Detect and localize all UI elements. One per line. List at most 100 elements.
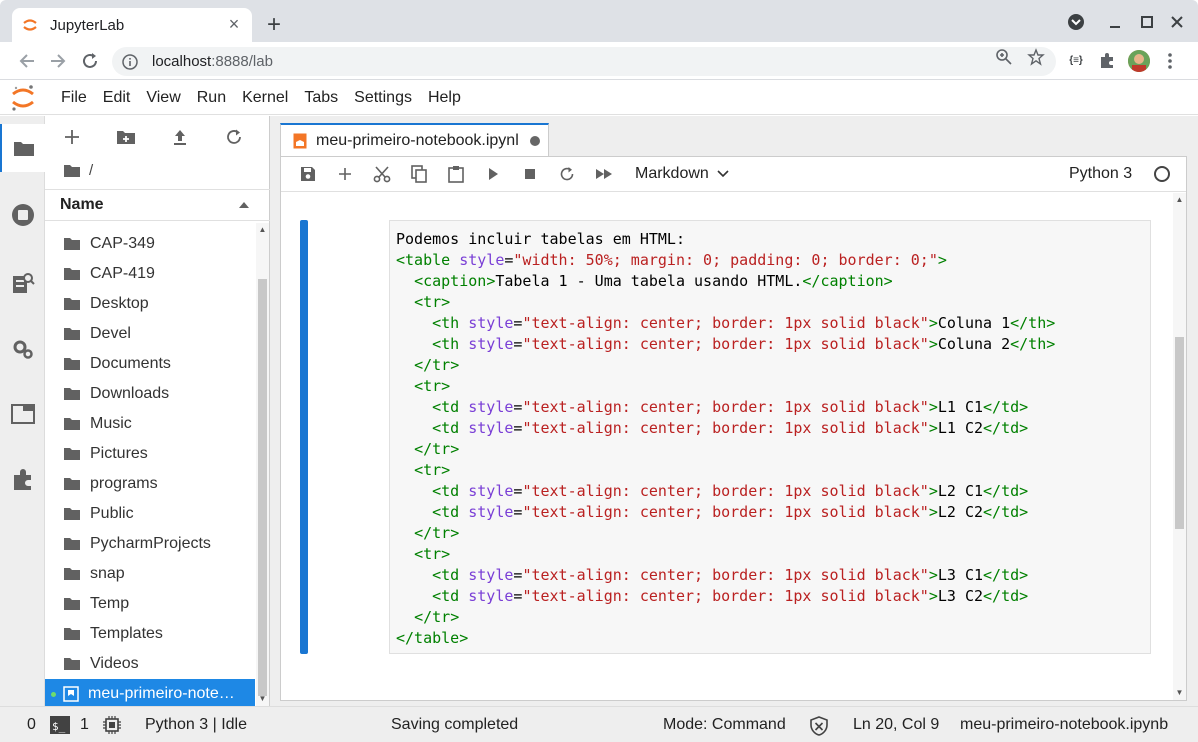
file-list-item[interactable]: programs bbox=[45, 469, 255, 499]
markdown-cell[interactable]: Podemos incluir tabelas em HTML: <table s… bbox=[300, 220, 1151, 654]
back-arrow-icon[interactable] bbox=[16, 50, 38, 72]
site-info-icon[interactable] bbox=[122, 53, 138, 70]
file-list-header[interactable]: Name bbox=[45, 189, 270, 221]
file-list-item[interactable]: Pictures bbox=[45, 439, 255, 469]
kernel-name[interactable]: Python 3 bbox=[1069, 157, 1132, 190]
restart-icon bbox=[560, 167, 573, 181]
cell-collapser[interactable] bbox=[300, 220, 308, 654]
copy-button[interactable] bbox=[400, 158, 437, 191]
tab-search-icon[interactable] bbox=[1066, 12, 1086, 32]
breadcrumb-root[interactable]: / bbox=[89, 162, 93, 179]
file-list-item[interactable]: Music bbox=[45, 409, 255, 439]
new-folder-button[interactable] bbox=[99, 116, 153, 158]
refresh-button[interactable] bbox=[207, 116, 261, 158]
save-button[interactable] bbox=[289, 158, 326, 191]
running-sessions-tab[interactable] bbox=[0, 191, 45, 239]
menu-kernel[interactable]: Kernel bbox=[234, 81, 296, 115]
browser-tab-jupyterlab[interactable]: JupyterLab × bbox=[12, 8, 252, 42]
insert-cell-button[interactable] bbox=[326, 158, 363, 191]
file-list-item-notebook[interactable]: meu-primeiro-notebook.ipynb bbox=[45, 679, 255, 709]
cell-type-value: Markdown bbox=[635, 165, 709, 182]
cut-button[interactable] bbox=[363, 158, 400, 191]
interrupt-kernel-button[interactable] bbox=[511, 158, 548, 191]
file-list-item[interactable]: CAP-349 bbox=[45, 229, 255, 259]
cell-type-dropdown[interactable]: Markdown bbox=[635, 165, 729, 183]
terminal-count[interactable]: 0 bbox=[27, 707, 36, 742]
name-column-header[interactable]: Name bbox=[60, 196, 238, 214]
browser-menu-icon[interactable] bbox=[1160, 51, 1180, 71]
file-list-scrollbar[interactable]: ▲ ▼ bbox=[256, 223, 269, 706]
cell-source-line: </tr> bbox=[414, 524, 460, 542]
upload-icon bbox=[174, 130, 186, 145]
file-list-item[interactable]: snap bbox=[45, 559, 255, 589]
menu-tabs[interactable]: Tabs bbox=[296, 81, 346, 115]
kernel-status-text[interactable]: Python 3 | Idle bbox=[145, 707, 247, 742]
file-list-item-label: meu-primeiro-notebook.ipynb bbox=[88, 685, 240, 702]
menu-settings[interactable]: Settings bbox=[346, 81, 420, 115]
scrollbar-thumb[interactable] bbox=[1175, 337, 1184, 529]
cursor-position[interactable]: Ln 20, Col 9 bbox=[853, 707, 939, 742]
restart-kernel-button[interactable] bbox=[548, 158, 585, 191]
file-browser-tab[interactable] bbox=[0, 124, 46, 172]
scroll-up-icon[interactable]: ▲ bbox=[1173, 195, 1186, 205]
menu-file[interactable]: File bbox=[53, 81, 95, 115]
left-activity-bar bbox=[0, 116, 46, 706]
property-inspector-tab[interactable] bbox=[0, 325, 45, 373]
restart-run-all-button[interactable] bbox=[585, 158, 622, 191]
file-list-item[interactable]: Devel bbox=[45, 319, 255, 349]
menu-edit[interactable]: Edit bbox=[95, 81, 139, 115]
file-list-item[interactable]: Templates bbox=[45, 619, 255, 649]
file-list-item[interactable]: Downloads bbox=[45, 379, 255, 409]
file-list-item-label: Pictures bbox=[90, 445, 148, 462]
minimize-icon[interactable] bbox=[1105, 12, 1125, 32]
trusted-shield-icon[interactable] bbox=[810, 716, 828, 736]
file-list-item[interactable]: Documents bbox=[45, 349, 255, 379]
forward-arrow-icon[interactable] bbox=[47, 50, 69, 72]
menu-help[interactable]: Help bbox=[420, 81, 469, 115]
scroll-down-icon[interactable]: ▼ bbox=[1173, 688, 1186, 698]
menu-run[interactable]: Run bbox=[189, 81, 234, 115]
notebook-tab[interactable]: meu-primeiro-notebook.ipynl bbox=[280, 123, 549, 156]
home-folder-icon[interactable] bbox=[63, 164, 81, 178]
extension-manager-tab[interactable] bbox=[0, 456, 45, 504]
menu-view[interactable]: View bbox=[138, 81, 188, 115]
unsaved-changes-icon[interactable] bbox=[530, 135, 540, 146]
upload-button[interactable] bbox=[153, 116, 207, 158]
file-list-item-label: Desktop bbox=[90, 295, 149, 312]
file-list-item[interactable]: Videos bbox=[45, 649, 255, 679]
cell-source-line: <td style="text-align: center; border: 1… bbox=[432, 566, 1029, 584]
zoom-icon[interactable] bbox=[995, 48, 1013, 66]
maximize-icon[interactable] bbox=[1137, 12, 1157, 32]
close-window-icon[interactable] bbox=[1167, 12, 1187, 32]
notebook-panel: Markdown Python 3 Podemos incluir tabela… bbox=[280, 156, 1187, 701]
scrollbar-thumb[interactable] bbox=[258, 279, 267, 696]
file-list-item[interactable]: Desktop bbox=[45, 289, 255, 319]
reload-icon[interactable] bbox=[79, 50, 101, 72]
command-palette-tab[interactable] bbox=[0, 259, 45, 307]
cell-source-line: <td style="text-align: center; border: 1… bbox=[432, 587, 1029, 605]
bookmark-star-icon[interactable] bbox=[1027, 48, 1045, 66]
new-launcher-button[interactable] bbox=[45, 116, 99, 158]
close-tab-icon[interactable]: × bbox=[226, 15, 242, 33]
cell-source-line: <tr> bbox=[414, 293, 451, 311]
scroll-down-icon[interactable]: ▼ bbox=[256, 694, 269, 704]
cell-editor[interactable]: Podemos incluir tabelas em HTML: <table s… bbox=[389, 220, 1151, 654]
address-bar[interactable]: localhost:8888/lab bbox=[112, 47, 1056, 76]
file-list-item[interactable]: Public bbox=[45, 499, 255, 529]
file-browser-toolbar bbox=[45, 116, 270, 158]
file-list-item[interactable]: Temp bbox=[45, 589, 255, 619]
kernel-count[interactable]: 1 bbox=[80, 707, 89, 742]
new-tab-icon[interactable]: + bbox=[262, 13, 286, 38]
file-list-item[interactable]: CAP-419 bbox=[45, 259, 255, 289]
paste-button[interactable] bbox=[437, 158, 474, 191]
notebook-scrollbar[interactable]: ▲ ▼ bbox=[1173, 193, 1186, 700]
open-tabs-tab[interactable] bbox=[0, 390, 45, 438]
breadcrumb: / bbox=[63, 162, 93, 179]
url-host: localhost bbox=[152, 53, 212, 70]
scroll-up-icon[interactable]: ▲ bbox=[256, 225, 269, 235]
json-extension-icon[interactable]: {≡} bbox=[1066, 51, 1086, 71]
file-list-item[interactable]: PycharmProjects bbox=[45, 529, 255, 559]
extensions-puzzle-icon[interactable] bbox=[1097, 51, 1117, 71]
profile-avatar[interactable] bbox=[1128, 50, 1150, 72]
run-cell-button[interactable] bbox=[474, 158, 511, 191]
